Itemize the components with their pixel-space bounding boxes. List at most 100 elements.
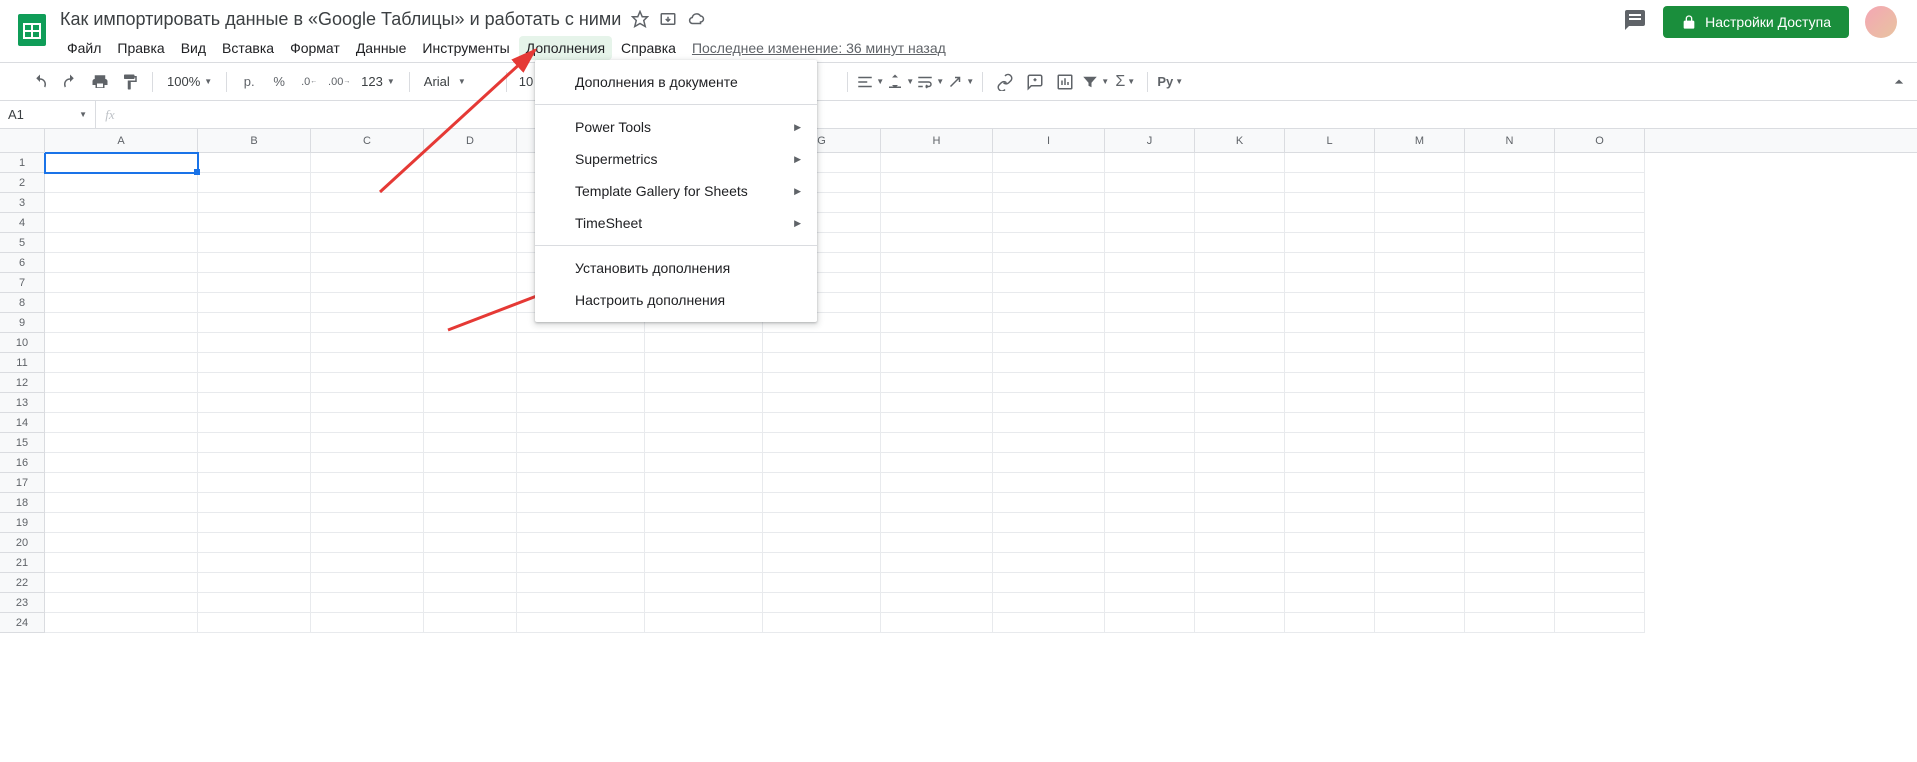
cell-L10[interactable] xyxy=(1285,333,1375,353)
cell-B15[interactable] xyxy=(198,433,311,453)
col-header-J[interactable]: J xyxy=(1105,129,1195,152)
cell-I19[interactable] xyxy=(993,513,1105,533)
row-header-10[interactable]: 10 xyxy=(0,333,44,353)
cell-I10[interactable] xyxy=(993,333,1105,353)
cell-M14[interactable] xyxy=(1375,413,1465,433)
cell-A2[interactable] xyxy=(45,173,198,193)
cell-E24[interactable] xyxy=(517,613,645,633)
cell-C13[interactable] xyxy=(311,393,424,413)
cell-B7[interactable] xyxy=(198,273,311,293)
cell-E10[interactable] xyxy=(517,333,645,353)
star-icon[interactable] xyxy=(631,10,649,28)
menu-справка[interactable]: Справка xyxy=(614,36,683,60)
move-icon[interactable] xyxy=(659,10,677,28)
decrease-decimal-button[interactable]: .0← xyxy=(295,68,323,96)
cell-A23[interactable] xyxy=(45,593,198,613)
cell-B24[interactable] xyxy=(198,613,311,633)
cell-N24[interactable] xyxy=(1465,613,1555,633)
cell-M20[interactable] xyxy=(1375,533,1465,553)
cell-L8[interactable] xyxy=(1285,293,1375,313)
cell-F20[interactable] xyxy=(645,533,763,553)
cell-N23[interactable] xyxy=(1465,593,1555,613)
cell-B20[interactable] xyxy=(198,533,311,553)
cell-B5[interactable] xyxy=(198,233,311,253)
cell-D19[interactable] xyxy=(424,513,517,533)
cell-A3[interactable] xyxy=(45,193,198,213)
font-size-select[interactable]: 10 xyxy=(515,74,537,89)
cell-B1[interactable] xyxy=(198,153,311,173)
cell-D21[interactable] xyxy=(424,553,517,573)
cell-E15[interactable] xyxy=(517,433,645,453)
cell-E18[interactable] xyxy=(517,493,645,513)
cell-M24[interactable] xyxy=(1375,613,1465,633)
cell-M2[interactable] xyxy=(1375,173,1465,193)
cell-B23[interactable] xyxy=(198,593,311,613)
cell-O10[interactable] xyxy=(1555,333,1645,353)
cell-C2[interactable] xyxy=(311,173,424,193)
cell-F23[interactable] xyxy=(645,593,763,613)
cell-H23[interactable] xyxy=(881,593,993,613)
cell-M6[interactable] xyxy=(1375,253,1465,273)
cell-M10[interactable] xyxy=(1375,333,1465,353)
cell-K7[interactable] xyxy=(1195,273,1285,293)
cell-C10[interactable] xyxy=(311,333,424,353)
doc-title[interactable]: Как импортировать данные в «Google Табли… xyxy=(60,9,621,30)
cell-N15[interactable] xyxy=(1465,433,1555,453)
cell-N20[interactable] xyxy=(1465,533,1555,553)
cell-G19[interactable] xyxy=(763,513,881,533)
cell-F12[interactable] xyxy=(645,373,763,393)
cell-L3[interactable] xyxy=(1285,193,1375,213)
functions-button[interactable]: Σ▼ xyxy=(1111,68,1139,96)
cell-O24[interactable] xyxy=(1555,613,1645,633)
cell-B22[interactable] xyxy=(198,573,311,593)
dropdown-item[interactable]: Power Tools▶ xyxy=(535,111,817,143)
cell-J16[interactable] xyxy=(1105,453,1195,473)
cell-C9[interactable] xyxy=(311,313,424,333)
cell-I7[interactable] xyxy=(993,273,1105,293)
cell-G13[interactable] xyxy=(763,393,881,413)
cell-I22[interactable] xyxy=(993,573,1105,593)
menu-правка[interactable]: Правка xyxy=(110,36,171,60)
cell-M3[interactable] xyxy=(1375,193,1465,213)
cell-H19[interactable] xyxy=(881,513,993,533)
cell-N17[interactable] xyxy=(1465,473,1555,493)
row-header-20[interactable]: 20 xyxy=(0,533,44,553)
cell-C17[interactable] xyxy=(311,473,424,493)
cell-L17[interactable] xyxy=(1285,473,1375,493)
dropdown-item[interactable]: Настроить дополнения xyxy=(535,284,817,316)
cell-B19[interactable] xyxy=(198,513,311,533)
cell-H13[interactable] xyxy=(881,393,993,413)
cell-N4[interactable] xyxy=(1465,213,1555,233)
cell-O17[interactable] xyxy=(1555,473,1645,493)
cell-H15[interactable] xyxy=(881,433,993,453)
cell-J12[interactable] xyxy=(1105,373,1195,393)
cell-K23[interactable] xyxy=(1195,593,1285,613)
cell-J14[interactable] xyxy=(1105,413,1195,433)
row-header-17[interactable]: 17 xyxy=(0,473,44,493)
namebox-dropdown-icon[interactable]: ▼ xyxy=(79,110,87,119)
cell-A9[interactable] xyxy=(45,313,198,333)
cell-I3[interactable] xyxy=(993,193,1105,213)
cell-O4[interactable] xyxy=(1555,213,1645,233)
cell-O8[interactable] xyxy=(1555,293,1645,313)
cell-K21[interactable] xyxy=(1195,553,1285,573)
cell-F17[interactable] xyxy=(645,473,763,493)
cell-D7[interactable] xyxy=(424,273,517,293)
cell-E17[interactable] xyxy=(517,473,645,493)
cell-I9[interactable] xyxy=(993,313,1105,333)
cell-I13[interactable] xyxy=(993,393,1105,413)
cell-A6[interactable] xyxy=(45,253,198,273)
cell-A11[interactable] xyxy=(45,353,198,373)
cell-G18[interactable] xyxy=(763,493,881,513)
row-header-21[interactable]: 21 xyxy=(0,553,44,573)
cell-D3[interactable] xyxy=(424,193,517,213)
col-header-K[interactable]: K xyxy=(1195,129,1285,152)
cell-M5[interactable] xyxy=(1375,233,1465,253)
cell-A19[interactable] xyxy=(45,513,198,533)
filter-button[interactable]: ▼ xyxy=(1081,68,1109,96)
cell-D23[interactable] xyxy=(424,593,517,613)
cell-M18[interactable] xyxy=(1375,493,1465,513)
cell-D5[interactable] xyxy=(424,233,517,253)
cell-O11[interactable] xyxy=(1555,353,1645,373)
col-header-L[interactable]: L xyxy=(1285,129,1375,152)
